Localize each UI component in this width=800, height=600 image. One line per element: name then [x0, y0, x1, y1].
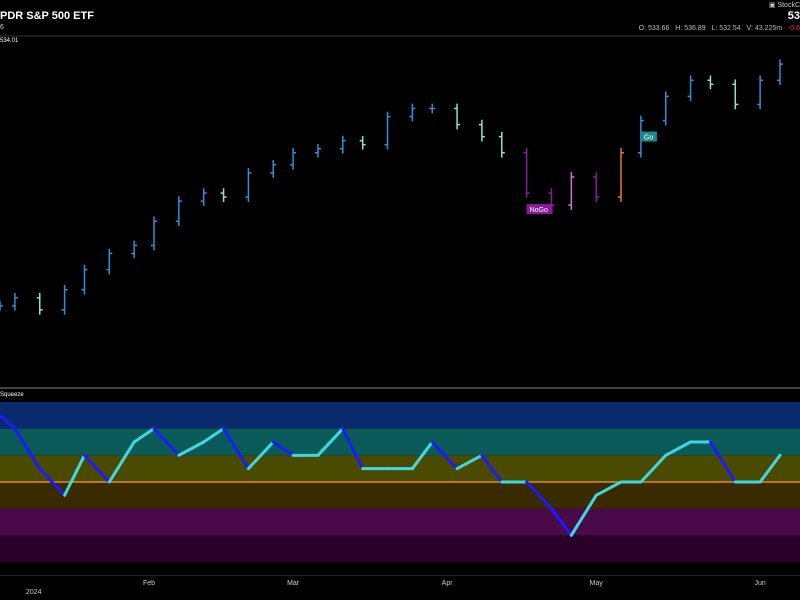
price-bar — [478, 119, 485, 142]
price-bar — [662, 91, 669, 126]
price-bar — [61, 284, 68, 315]
price-bar — [732, 79, 739, 110]
price-bar — [707, 75, 714, 90]
price-bar — [523, 147, 530, 198]
price-bar — [429, 103, 436, 114]
price-bar — [314, 143, 321, 158]
price-bar — [36, 292, 43, 315]
price-bar — [175, 196, 182, 227]
x-tick-label: Jun — [754, 580, 766, 587]
x-axis: Feb Mar Apr May Jun — [0, 576, 800, 600]
price-bar — [568, 172, 575, 210]
squeeze-label: Squeeze — [0, 392, 24, 398]
price-bar — [409, 103, 416, 122]
price-bar — [593, 172, 600, 202]
regime-label-text: Go — [644, 135, 653, 142]
price-bar — [384, 111, 391, 150]
regime-label-text: NoGo — [530, 207, 548, 214]
oscillator-band — [0, 428, 800, 456]
x-tick-label: Mar — [287, 580, 300, 587]
price-bar — [777, 59, 783, 86]
price-bar — [498, 131, 505, 158]
oscillator-band — [0, 482, 800, 509]
price-bar — [454, 103, 461, 130]
price-bar — [200, 188, 207, 206]
price-bar — [81, 264, 88, 295]
price-bar — [618, 147, 625, 202]
price-bars-group — [0, 59, 783, 315]
oscillator-band — [0, 402, 800, 429]
year-label: 2024 — [26, 589, 42, 596]
price-bar — [151, 216, 158, 251]
price-bar — [106, 248, 113, 275]
price-bar — [11, 292, 18, 311]
price-bar — [131, 240, 138, 259]
oscillator-band — [0, 508, 800, 536]
price-bar — [0, 301, 3, 311]
price-bar — [290, 147, 297, 170]
x-tick-label: May — [589, 580, 603, 587]
price-bar — [220, 188, 227, 202]
price-bar — [270, 160, 277, 178]
regime-label: NoGo — [526, 204, 553, 215]
x-tick-label: Feb — [143, 580, 156, 587]
chart-canvas: NoGo Go — [0, 35, 800, 576]
x-tick-label: Apr — [441, 580, 453, 587]
price-bar — [757, 75, 764, 110]
price-bar — [339, 135, 346, 154]
annotations-group: NoGo Go — [526, 131, 657, 215]
price-bar — [687, 75, 694, 102]
price-bar — [245, 168, 252, 202]
oscillator-band — [0, 535, 800, 562]
regime-label: Go — [640, 131, 657, 142]
price-bar — [359, 135, 366, 150]
